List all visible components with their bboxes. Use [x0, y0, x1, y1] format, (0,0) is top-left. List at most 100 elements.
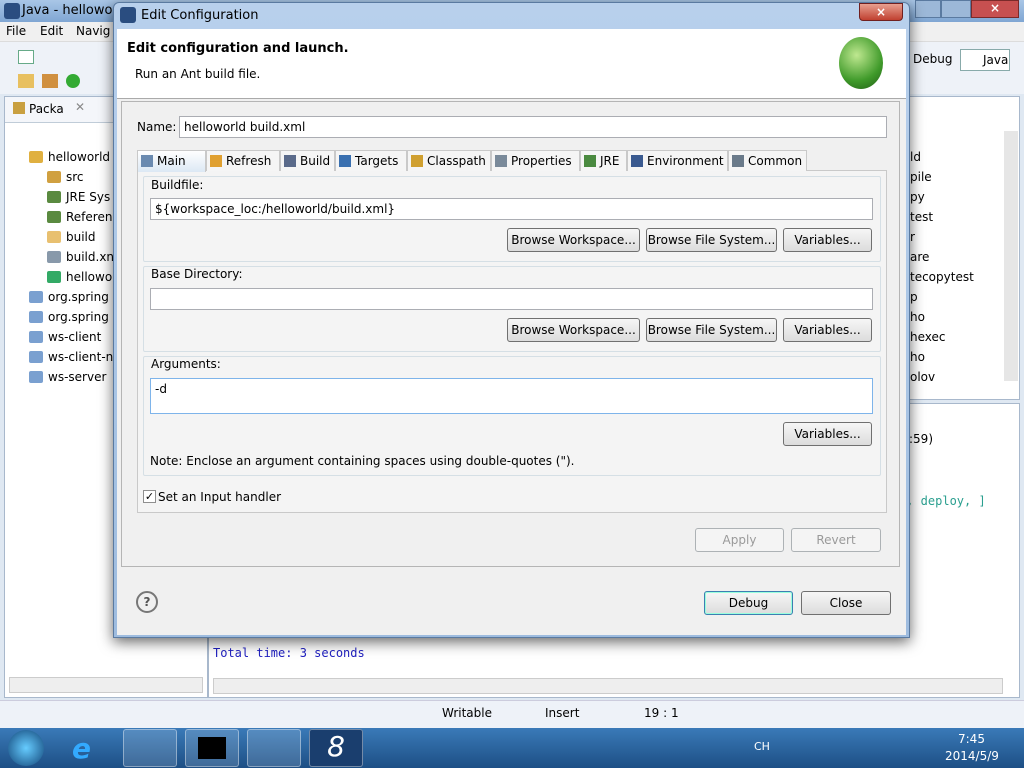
outline-item[interactable]: are: [910, 247, 974, 267]
outline-item[interactable]: tecopytest: [910, 267, 974, 287]
dialog-close-button[interactable]: ×: [859, 3, 903, 21]
project-tree: helloworld src JRE Sys Referen build build.xn…: [29, 147, 114, 387]
tab-build[interactable]: Build: [280, 150, 335, 171]
tree-item[interactable]: build.xn: [29, 247, 114, 267]
tree-item[interactable]: build: [29, 227, 114, 247]
tree-item[interactable]: ws-client: [29, 327, 114, 347]
buildfile-input[interactable]: ${workspace_loc:/helloworld/build.xml}: [150, 198, 873, 220]
arguments-textarea[interactable]: -d: [150, 378, 873, 414]
start-button[interactable]: [8, 730, 44, 766]
revert-button[interactable]: Revert: [791, 528, 881, 552]
tree-item[interactable]: Referen: [29, 207, 114, 227]
tab-refresh[interactable]: Refresh: [206, 150, 280, 171]
basedir-variables-button[interactable]: Variables...: [783, 318, 872, 342]
outline-item[interactable]: ho: [910, 347, 974, 367]
tree-item[interactable]: hellowo: [29, 267, 114, 287]
tree-item-icon: [29, 351, 43, 363]
tree-item-label: build: [66, 230, 96, 244]
tree-item[interactable]: org.spring: [29, 287, 114, 307]
new-icon[interactable]: [18, 50, 34, 64]
input-handler-checkbox[interactable]: ✓: [143, 490, 156, 503]
buildfile-label: Buildfile:: [151, 178, 204, 192]
tree-item[interactable]: ws-client-n: [29, 347, 114, 367]
tree-item[interactable]: JRE Sys: [29, 187, 114, 207]
notepad-taskbar-button[interactable]: [247, 729, 301, 767]
tab-properties[interactable]: Properties: [491, 150, 580, 171]
horizontal-scrollbar[interactable]: [9, 677, 203, 693]
buildfile-variables-button[interactable]: Variables...: [783, 228, 872, 252]
apply-button[interactable]: Apply: [695, 528, 784, 552]
tree-item-label: org.spring: [48, 310, 109, 324]
tab-main[interactable]: Main: [137, 150, 206, 172]
tree-item-label: build.xn: [66, 250, 115, 264]
status-insert: Insert: [545, 706, 580, 720]
main-tab-icon: [141, 155, 153, 167]
language-indicator[interactable]: CH: [754, 740, 770, 753]
buildfile-browse-file-system-button[interactable]: Browse File System...: [646, 228, 777, 252]
name-input[interactable]: helloworld build.xml: [179, 116, 887, 138]
tree-item-label: helloworld: [48, 150, 111, 164]
cmd-taskbar-button[interactable]: [185, 729, 239, 767]
tree-item[interactable]: ws-server: [29, 367, 114, 387]
tab-classpath[interactable]: Classpath: [407, 150, 491, 171]
perspective-debug[interactable]: Debug: [913, 52, 952, 66]
debug-button[interactable]: Debug: [704, 591, 793, 615]
tab-targets[interactable]: Targets: [335, 150, 407, 171]
minimize-button[interactable]: [915, 0, 941, 18]
clock-time[interactable]: 7:45: [958, 732, 985, 746]
targets-tab-icon: [339, 155, 351, 167]
outline-item[interactable]: r: [910, 227, 974, 247]
new-class-icon[interactable]: [66, 74, 80, 88]
tree-item[interactable]: org.spring: [29, 307, 114, 327]
refresh-tab-icon: [210, 155, 222, 167]
perspective-java[interactable]: Java: [960, 49, 1010, 71]
outline-item[interactable]: ld: [910, 147, 974, 167]
outline-item[interactable]: py: [910, 187, 974, 207]
new-project-icon[interactable]: [18, 74, 34, 88]
basedir-browse-file-system-button[interactable]: Browse File System...: [646, 318, 777, 342]
help-icon[interactable]: ?: [136, 591, 158, 613]
base-directory-input[interactable]: [150, 288, 873, 310]
properties-tab-icon: [495, 155, 507, 167]
tab-environment[interactable]: Environment: [627, 150, 728, 171]
outline-item[interactable]: pile: [910, 167, 974, 187]
new-package-icon[interactable]: [42, 74, 58, 88]
basedir-browse-workspace-button[interactable]: Browse Workspace...: [507, 318, 640, 342]
console-line: y, deploy, ]: [899, 494, 986, 508]
package-explorer-tab[interactable]: Packa: [29, 102, 64, 116]
outline-item[interactable]: ho: [910, 307, 974, 327]
tree-item-icon: [47, 231, 61, 243]
tab-label: Properties: [511, 154, 572, 168]
explorer-taskbar-button[interactable]: [123, 729, 177, 767]
menu-edit[interactable]: Edit: [40, 24, 63, 38]
dialog-header: Edit configuration and launch. Run an An…: [117, 29, 906, 99]
tree-item-label: hellowo: [66, 270, 113, 284]
maximize-button[interactable]: [941, 0, 971, 18]
arguments-variables-button[interactable]: Variables...: [783, 422, 872, 446]
outline-item[interactable]: p: [910, 287, 974, 307]
clock-date[interactable]: 2014/5/9: [945, 749, 999, 763]
ie-icon[interactable]: e: [72, 732, 106, 765]
tree-item[interactable]: src: [29, 167, 114, 187]
buildfile-browse-workspace-button[interactable]: Browse Workspace...: [507, 228, 640, 252]
outline-item[interactable]: hexec: [910, 327, 974, 347]
tree-item-icon: [47, 211, 61, 223]
tab-label: Targets: [355, 154, 399, 168]
outline-item[interactable]: olov: [910, 367, 974, 387]
tab-jre[interactable]: JRE: [580, 150, 627, 171]
package-icon: [13, 102, 25, 114]
outline-item[interactable]: test: [910, 207, 974, 227]
menu-navigate[interactable]: Navig: [76, 24, 110, 38]
close-tab-icon[interactable]: ✕: [75, 100, 85, 114]
tree-item-icon: [47, 251, 61, 263]
tab-common[interactable]: Common: [728, 150, 807, 171]
tree-item[interactable]: helloworld: [29, 147, 114, 167]
eclipse-taskbar-button[interactable]: 8: [309, 729, 363, 767]
menu-file[interactable]: File: [6, 24, 26, 38]
tree-item-label: ws-server: [48, 370, 107, 384]
tab-label: Environment: [647, 154, 724, 168]
horizontal-scrollbar[interactable]: [213, 678, 1003, 694]
close-window-button[interactable]: ×: [971, 0, 1019, 18]
vertical-scrollbar[interactable]: [1004, 131, 1018, 381]
close-button[interactable]: Close: [801, 591, 891, 615]
